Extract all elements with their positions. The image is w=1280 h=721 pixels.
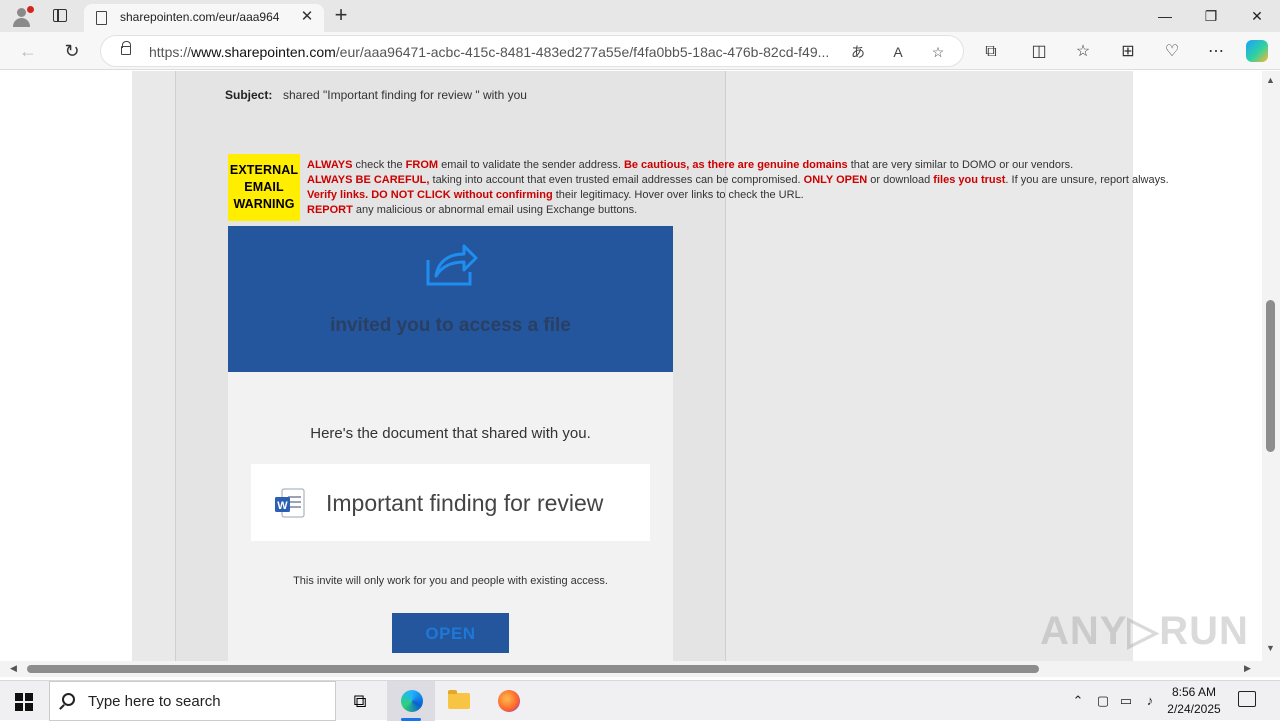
firefox-icon[interactable]	[484, 681, 532, 721]
minimize-button[interactable]: —	[1142, 0, 1188, 32]
edge-taskbar-icon[interactable]	[387, 681, 435, 721]
taskbar: Type here to search ⧉ ⌃ ▢ ▭ ♪ 8:56 AM 2/…	[0, 680, 1280, 721]
copilot-icon[interactable]	[1246, 40, 1268, 62]
share-arrow-icon	[426, 244, 478, 286]
network-icon[interactable]: ▭	[1116, 681, 1136, 721]
clock[interactable]: 8:56 AM 2/24/2025	[1164, 684, 1224, 720]
anyrun-watermark: ANY▷RUN	[1040, 609, 1249, 653]
tab-actions-icon[interactable]	[48, 6, 72, 26]
horizontal-scrollbar[interactable]: ◀ ▶	[0, 661, 1262, 677]
search-placeholder: Type here to search	[88, 693, 221, 710]
navigation-bar: ← ↻ https://www.sharepointen.com/eur/aaa…	[0, 32, 1280, 70]
split-screen-icon[interactable]: ◫	[1027, 41, 1051, 63]
tab-strip: sharepointen.com/eur/aaa96471-acbc-415c-…	[0, 0, 1280, 32]
file-name[interactable]: Important finding for review	[326, 490, 646, 518]
search-icon	[62, 693, 75, 706]
more-menu-icon[interactable]: ⋯	[1204, 41, 1228, 63]
warning-line: REPORT any malicious or abnormal email u…	[307, 204, 638, 216]
page-icon	[96, 11, 107, 25]
lock-icon[interactable]	[121, 41, 131, 55]
back-arrow-icon[interactable]: ←	[14, 37, 42, 65]
scroll-down-icon[interactable]: ▼	[1266, 643, 1275, 653]
shared-message: Here's the document that shared with you…	[310, 425, 591, 442]
task-view-icon[interactable]: ⧉	[336, 681, 384, 721]
scroll-up-icon[interactable]: ▲	[1266, 75, 1275, 85]
collections-icon[interactable]: ⊞	[1116, 41, 1140, 63]
scroll-right-icon[interactable]: ▶	[1244, 663, 1251, 674]
volume-icon[interactable]: ♪	[1140, 681, 1160, 721]
clock-date: 2/24/2025	[1167, 702, 1221, 716]
close-window-button[interactable]: ✕	[1234, 0, 1280, 32]
favorites-icon[interactable]: ☆	[1071, 41, 1095, 63]
profile-icon[interactable]	[8, 4, 34, 28]
restore-button[interactable]: ❐	[1188, 0, 1234, 32]
tab-title: sharepointen.com/eur/aaa96471-acbc-415c-…	[120, 10, 280, 24]
url-text[interactable]: https://www.sharepointen.com/eur/aaa9647…	[149, 44, 841, 60]
external-warning-text: ALWAYS check the FROM email to validate …	[307, 158, 1255, 222]
notification-icon[interactable]	[1238, 691, 1256, 707]
vertical-scrollbar[interactable]: ▲ ▼	[1262, 71, 1280, 661]
open-button[interactable]: OPEN	[392, 613, 509, 653]
address-bar[interactable]: https://www.sharepointen.com/eur/aaa9647…	[100, 35, 964, 67]
share-banner: invited you to access a file	[228, 226, 673, 372]
warning-line: Verify links. DO NOT CLICK without confi…	[307, 189, 804, 201]
taskbar-search[interactable]: Type here to search	[49, 681, 336, 721]
new-tab-button[interactable]: +	[330, 4, 352, 26]
subject-label: Subject:	[225, 88, 273, 102]
subject-value: shared "Important finding for review " w…	[283, 88, 527, 102]
invite-note: This invite will only work for you and p…	[293, 575, 608, 587]
horizontal-scroll-thumb[interactable]	[27, 665, 1039, 673]
tab-close-icon[interactable]: ✕	[298, 8, 316, 26]
vertical-scroll-thumb[interactable]	[1266, 300, 1275, 452]
refresh-icon[interactable]: ↻	[58, 37, 86, 65]
external-email-warning-badge: EXTERNAL EMAIL WARNING	[228, 154, 300, 221]
banner-heading: invited you to access a file	[330, 315, 571, 336]
warning-line: ALWAYS BE CAREFUL, taking into account t…	[307, 174, 1169, 186]
warning-line: ALWAYS check the FROM email to validate …	[307, 159, 1074, 171]
translate-icon[interactable]: あ	[847, 42, 869, 62]
document-section: Here's the document that shared with you…	[228, 372, 673, 661]
clock-time: 8:56 AM	[1171, 685, 1217, 699]
favorite-star-icon[interactable]: ☆	[927, 42, 949, 62]
word-document-icon: W	[275, 488, 305, 518]
read-aloud-icon[interactable]: A	[887, 42, 909, 62]
svg-text:W: W	[277, 500, 288, 512]
extensions-icon[interactable]: ⧉	[979, 41, 1003, 63]
browser-essentials-icon[interactable]: ♡	[1160, 41, 1184, 63]
scroll-left-icon[interactable]: ◀	[10, 663, 17, 674]
page-viewport: Subject: shared "Important finding for r…	[0, 71, 1262, 661]
meet-now-icon[interactable]: ▢	[1094, 681, 1112, 721]
file-explorer-icon[interactable]	[435, 681, 483, 721]
file-card[interactable]: W Important finding for review	[251, 464, 650, 541]
browser-tab[interactable]: sharepointen.com/eur/aaa96471-acbc-415c-…	[84, 4, 324, 32]
windows-start-icon[interactable]	[15, 693, 33, 711]
tray-chevron-icon[interactable]: ⌃	[1068, 681, 1088, 721]
